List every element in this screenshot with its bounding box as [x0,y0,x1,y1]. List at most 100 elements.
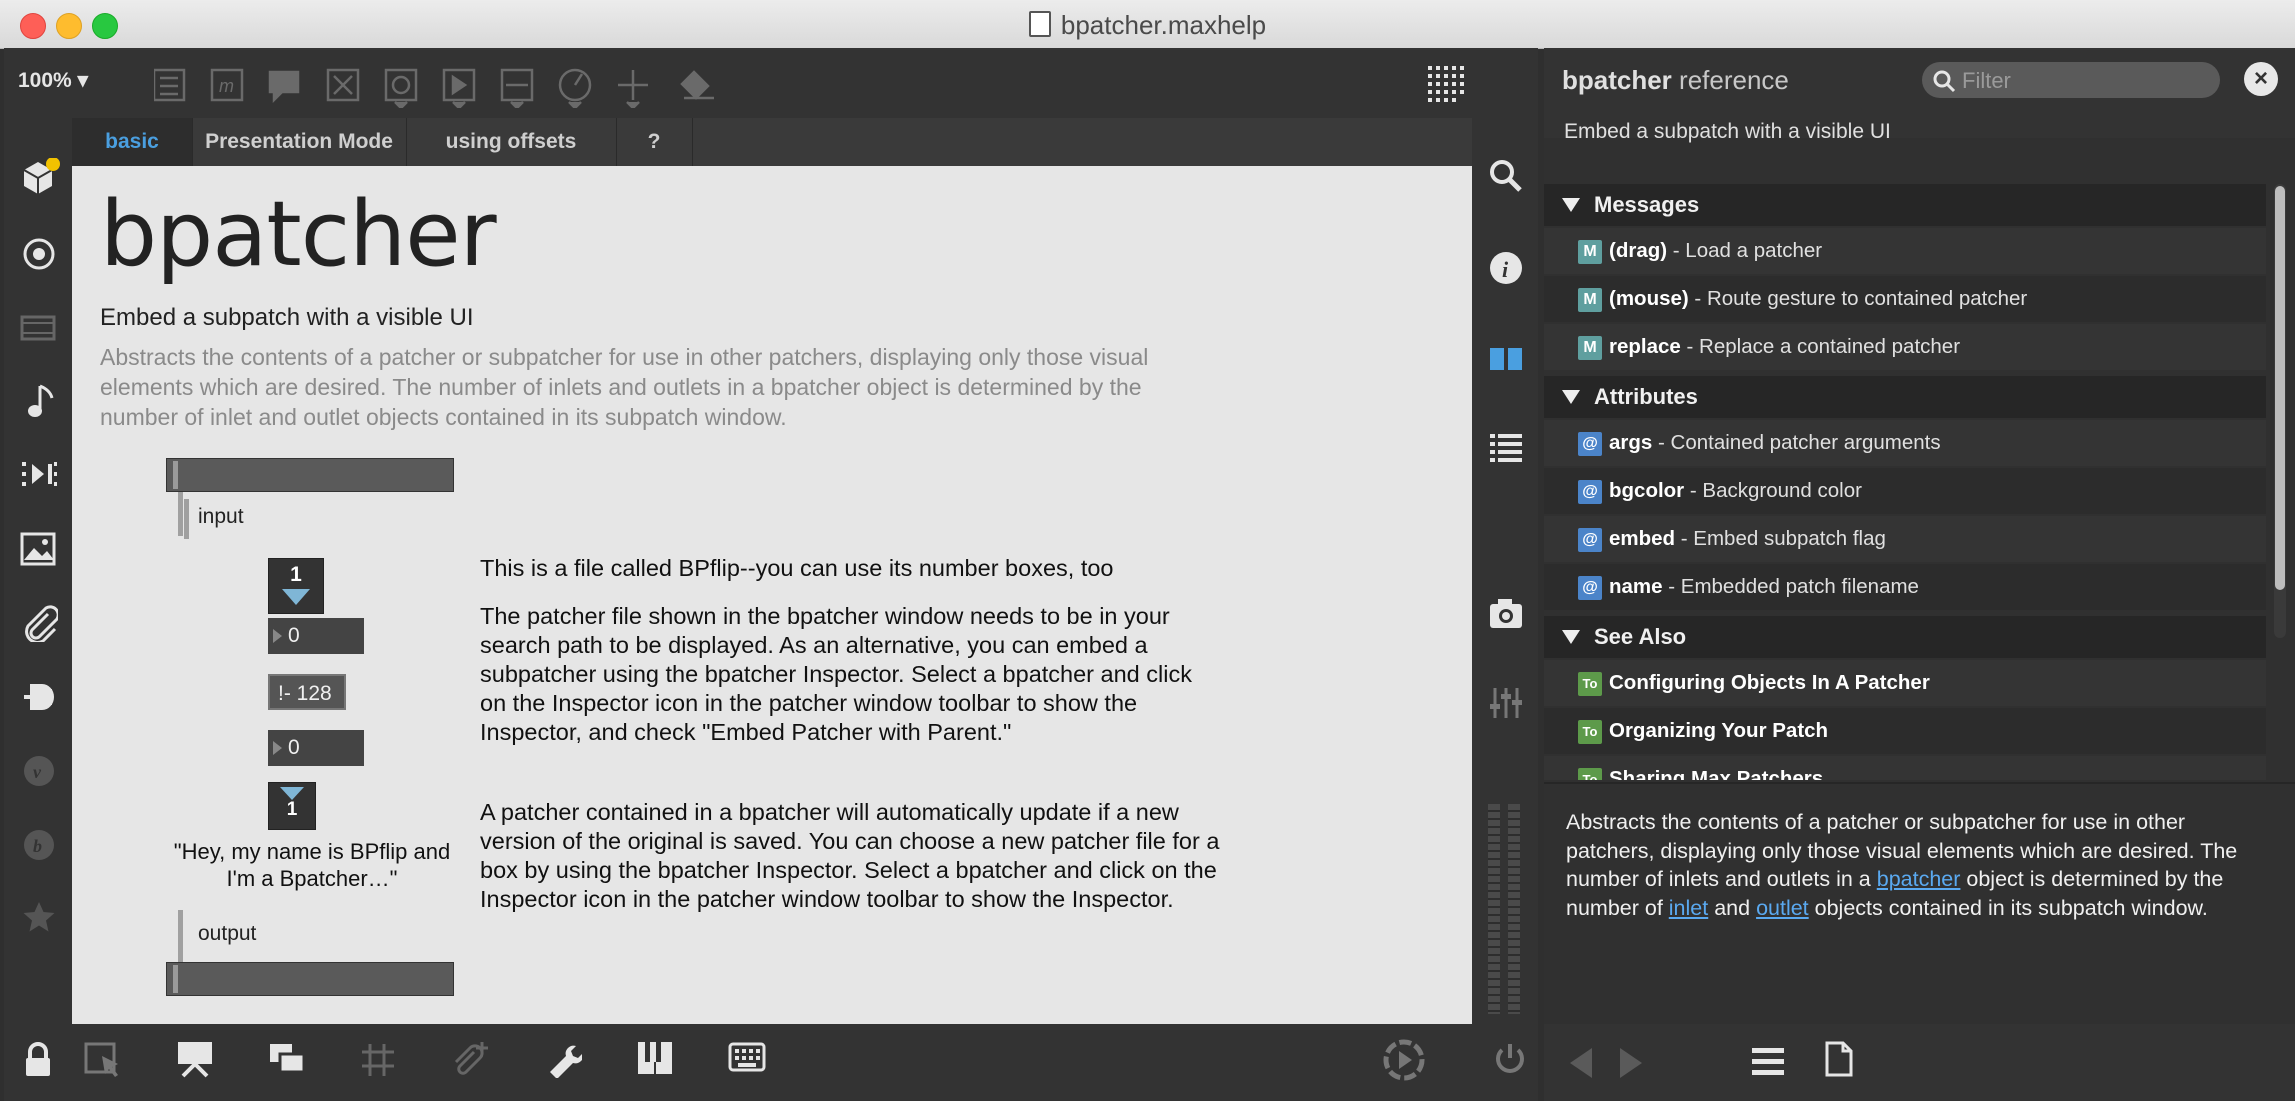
list-item[interactable]: @ args - Contained patcher arguments [1544,420,2266,466]
list-item-clipped[interactable]: To Sharing Max Patchers [1544,756,2266,780]
edit-cursor-icon[interactable] [84,1042,124,1078]
tab-question[interactable]: ? [616,118,693,166]
inlet-link[interactable]: inlet [1669,896,1708,920]
packages-icon[interactable] [20,158,60,198]
grid-icon[interactable] [1424,62,1468,106]
add-icon[interactable] [618,70,648,108]
lock-icon[interactable] [22,1040,54,1080]
reference-icon[interactable] [1488,344,1524,374]
document-icon [1028,11,1051,37]
keyboard-icon[interactable] [728,1042,768,1076]
document-icon[interactable] [1824,1040,1854,1078]
slider-icon[interactable] [500,68,534,108]
list-item[interactable]: M (drag) - Load a patcher [1544,228,2266,274]
list-item[interactable]: M (mouse) - Route gesture to contained pa… [1544,276,2266,322]
beap-icon[interactable]: b [22,828,56,862]
comment-icon[interactable] [268,70,300,104]
list-item[interactable]: To Organizing Your Patch [1544,708,2266,754]
list-item[interactable]: To Configuring Objects In A Patcher [1544,660,2266,706]
piano-icon[interactable] [636,1040,676,1078]
snapshot-icon[interactable] [1488,596,1524,630]
wrench-icon[interactable] [544,1040,582,1078]
target-icon[interactable] [21,236,57,272]
disclosure-triangle-icon [1562,630,1580,644]
forward-arrow-icon[interactable] [1616,1046,1646,1080]
search-path-note: The patcher file shown in the bpatcher w… [480,603,1192,745]
menu-icon[interactable] [1750,1044,1786,1078]
number-box-2[interactable]: 0 [268,730,364,766]
tab-presentation-mode[interactable]: Presentation Mode [192,118,407,166]
filter-placeholder: Filter [1962,68,2011,93]
music-note-icon[interactable] [24,384,56,420]
number-box-top[interactable]: 1 [268,558,324,614]
divider [1544,782,2295,784]
add-attachment-icon[interactable] [450,1040,490,1078]
tab-basic[interactable]: basic [72,118,193,166]
power-icon[interactable] [1492,1040,1528,1078]
messages-section-header[interactable]: Messages [1544,184,2266,226]
info-icon[interactable]: i [1488,250,1524,286]
play-icon[interactable] [442,68,476,108]
button-icon[interactable] [326,68,360,102]
tab-using-offsets[interactable]: using offsets [406,118,617,166]
disclosure-triangle-icon [1562,198,1580,212]
message-badge-icon: M [1578,336,1602,360]
dial-icon[interactable] [558,68,592,108]
message-badge-icon: M [1578,240,1602,264]
patcher-canvas[interactable]: bpatcher Embed a subpatch with a visible… [72,166,1472,1024]
list-item[interactable]: @ embed - Embed subpatch flag [1544,516,2266,562]
zoom-menu[interactable]: 100% ▾ [18,68,88,93]
star-icon[interactable] [22,900,56,934]
back-arrow-icon[interactable] [1566,1046,1596,1080]
reference-summary: Embed a subpatch with a visible UI [1564,120,1891,143]
film-icon[interactable] [20,313,56,343]
number-box-bottom[interactable]: 1 [268,782,316,830]
mixer-icon[interactable] [1488,686,1524,720]
object-title: bpatcher [100,182,497,287]
filter-input[interactable]: Filter [1922,62,2220,98]
toggle-icon[interactable] [384,68,418,108]
bpflip-comment: "Hey, my name is BPflip and I'm a Bpatch… [173,839,451,891]
plug-icon[interactable] [20,680,58,714]
attributes-section-header[interactable]: Attributes [1544,376,2266,418]
search-icon[interactable] [1488,158,1524,194]
inverse-object[interactable]: !- 128 [268,674,346,710]
item-desc: - Background color [1684,479,1862,502]
image-icon[interactable] [20,532,56,566]
reference-scrollbar-thumb[interactable] [2275,186,2285,590]
bpatcher-link[interactable]: bpatcher [1877,867,1961,891]
search-icon [1933,70,1956,93]
paperclip-icon[interactable] [20,604,58,642]
outlet-bar[interactable] [166,962,454,996]
number-bottom-value: 1 [286,799,298,820]
message-icon[interactable]: m [210,68,244,102]
messages-header-label: Messages [1594,192,1700,217]
list-item[interactable]: @ bgcolor - Background color [1544,468,2266,514]
item-name: args [1609,431,1653,454]
item-name: Configuring Objects In A Patcher [1609,671,1930,694]
list-item[interactable]: To Sharing Max Patchers [1544,756,2266,780]
close-icon[interactable]: × [2244,62,2278,96]
outlet-link[interactable]: outlet [1756,896,1809,920]
input-cord [178,492,183,536]
paint-bucket-icon[interactable] [680,70,714,100]
windows-icon[interactable] [268,1042,308,1076]
grid-snap-icon[interactable] [360,1042,396,1078]
sequence-icon[interactable] [20,458,58,492]
presentation-icon[interactable] [154,68,186,102]
play-audio-icon[interactable] [1380,1036,1428,1084]
bpflip-note: This is a file called BPflip--you can us… [480,555,1114,581]
topic-badge-icon: To [1578,672,1602,696]
vizzie-icon[interactable]: v [22,754,56,788]
list-icon[interactable] [1488,432,1524,464]
inlet-bar[interactable] [166,458,454,492]
reference-header: bpatcher reference Filter × Embed a subp… [1544,48,2295,143]
left-sidebar: v b [4,118,72,1024]
see-also-section-header[interactable]: See Also [1544,616,2266,658]
list-item[interactable]: @ name - Embedded patch filename [1544,564,2266,610]
number-box-1[interactable]: 0 [268,618,364,654]
svg-text:i: i [1502,257,1509,282]
list-item[interactable]: Mreplace - Replace a contained patcher [1544,324,2266,370]
presentation-mode-icon[interactable] [176,1040,216,1078]
title-bar: bpatcher.maxhelp [0,0,2295,49]
